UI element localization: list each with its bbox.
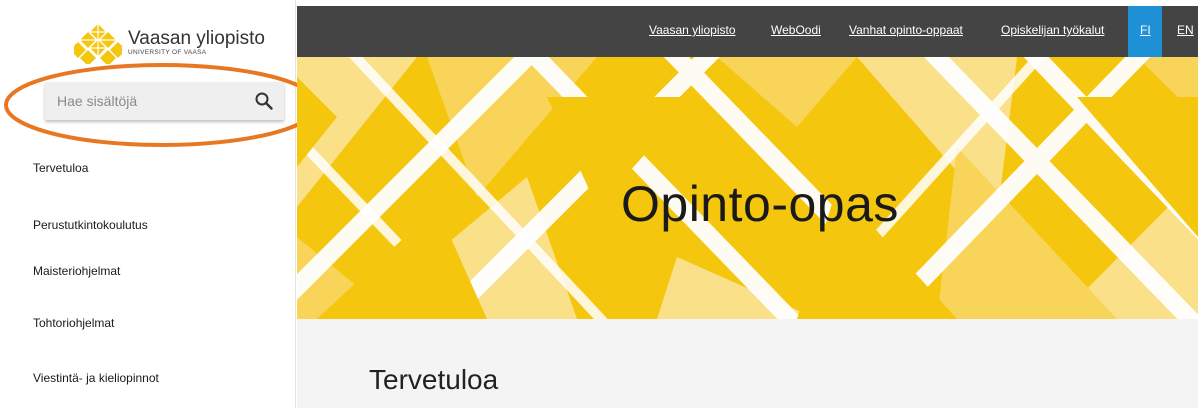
logo-subtitle: UNIVERSITY OF VAASA <box>128 49 207 57</box>
hero-banner: Opinto-opas <box>297 57 1198 319</box>
logo-emblem-icon <box>74 24 122 64</box>
sidebar-item-viestinta-kieliopinnot[interactable]: Viestintä- ja kieliopinnot <box>33 371 159 385</box>
main-content: Tervetuloa <box>297 319 1198 408</box>
toplink-vanhat-opinto-oppaat[interactable]: Vanhat opinto-oppaat <box>849 23 963 37</box>
toplink-weboodi[interactable]: WebOodi <box>771 23 821 37</box>
hero-title: Opinto-opas <box>621 176 899 232</box>
sidebar-item-maisteriohjelmat[interactable]: Maisteriohjelmat <box>33 264 120 278</box>
language-fi-label: FI <box>1140 23 1151 37</box>
university-logo[interactable]: Vaasan yliopisto UNIVERSITY OF VAASA <box>74 22 274 64</box>
sidebar: Vaasan yliopisto UNIVERSITY OF VAASA Ter… <box>0 0 296 408</box>
sidebar-item-tohtoriohjelmat[interactable]: Tohtoriohjelmat <box>33 316 114 330</box>
language-fi-button[interactable]: FI <box>1128 6 1162 57</box>
toplink-opiskelijan-tyokalut[interactable]: Opiskelijan työkalut <box>1001 23 1104 37</box>
sidebar-item-tervetuloa[interactable]: Tervetuloa <box>33 161 88 175</box>
language-en-button[interactable]: EN <box>1177 23 1194 37</box>
page-heading: Tervetuloa <box>369 364 499 395</box>
logo-name: Vaasan yliopisto <box>128 28 265 50</box>
search-box <box>45 82 284 120</box>
search-input[interactable] <box>45 82 245 120</box>
sidebar-item-perustutkintokoulutus[interactable]: Perustutkintokoulutus <box>33 218 148 232</box>
toplink-vaasan-yliopisto[interactable]: Vaasan yliopisto <box>649 23 736 37</box>
search-icon[interactable] <box>254 91 274 111</box>
